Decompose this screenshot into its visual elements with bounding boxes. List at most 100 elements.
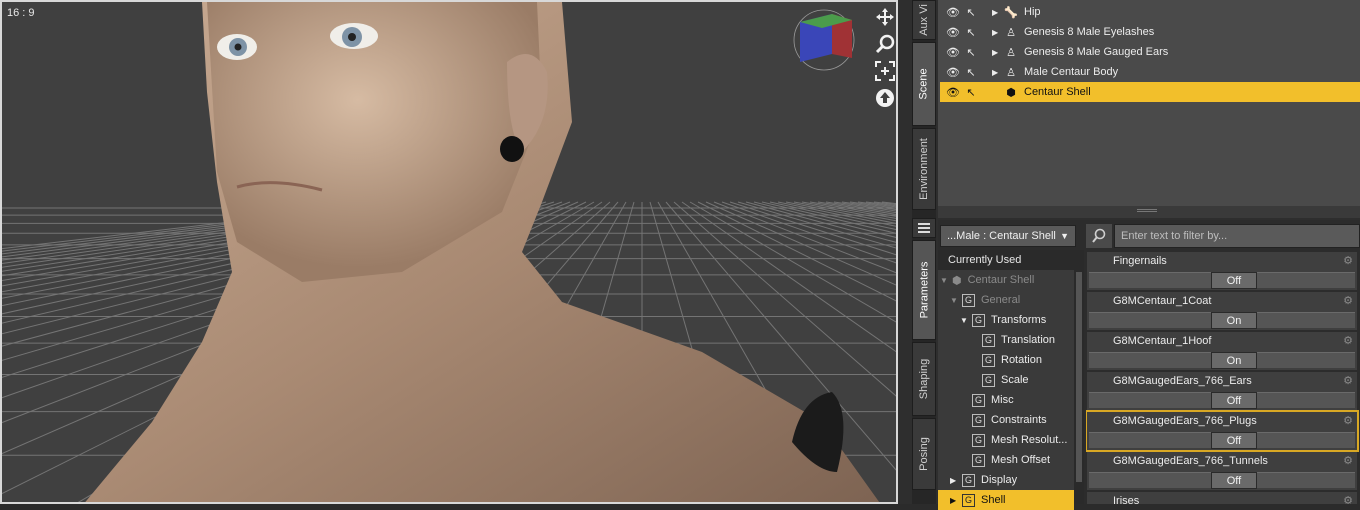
- tree-item-scale[interactable]: G Scale: [938, 370, 1074, 390]
- selectable-arrow-icon[interactable]: ↖: [962, 66, 980, 79]
- parameters-pane: ...Male : Centaur Shell ▼ Currently Used…: [938, 220, 1360, 510]
- home-view-icon[interactable]: [874, 87, 896, 109]
- property-toggle[interactable]: Off: [1211, 392, 1257, 409]
- expand-icon[interactable]: ▶: [950, 476, 960, 485]
- property-row: G8MCentaur_1Coat ⚙ On: [1087, 292, 1357, 330]
- viewport-render: [2, 2, 896, 502]
- property-toggle[interactable]: Off: [1211, 272, 1257, 289]
- tree-item-misc[interactable]: G Misc: [938, 390, 1074, 410]
- shell-icon: ⬢: [1006, 86, 1016, 99]
- tree-item-transforms[interactable]: ▼ G Transforms: [938, 310, 1074, 330]
- zoom-view-icon[interactable]: [874, 33, 896, 55]
- selectable-arrow-icon[interactable]: ↖: [962, 26, 980, 39]
- tab-posing[interactable]: Posing: [912, 418, 936, 490]
- ear-plug: [500, 136, 524, 162]
- visibility-eye-icon[interactable]: 👁: [944, 6, 962, 19]
- gear-icon[interactable]: ⚙: [1343, 414, 1353, 427]
- selectable-arrow-icon[interactable]: ↖: [962, 6, 980, 19]
- gear-icon[interactable]: ⚙: [1343, 294, 1353, 307]
- gear-icon[interactable]: ⚙: [1343, 374, 1353, 387]
- group-icon: G: [972, 413, 985, 427]
- scene-row-label: Centaur Shell: [1024, 86, 1091, 98]
- property-row-highlighted: G8MGaugedEars_766_Plugs ⚙ Off: [1086, 410, 1359, 452]
- expand-icon[interactable]: ▼: [940, 276, 950, 285]
- property-toggle[interactable]: Off: [1211, 432, 1257, 449]
- search-icon[interactable]: [1086, 224, 1112, 248]
- property-row: Fingernails ⚙ Off: [1087, 252, 1357, 290]
- property-name: G8MCentaur_1Hoof: [1113, 335, 1212, 347]
- 3d-viewport[interactable]: 16 : 9: [0, 0, 898, 504]
- property-toggle[interactable]: On: [1211, 352, 1257, 369]
- tab-parameters[interactable]: Parameters: [912, 240, 936, 340]
- tree-item-constraints[interactable]: G Constraints: [938, 410, 1074, 430]
- tab-scene[interactable]: Scene: [912, 42, 936, 126]
- view-cube[interactable]: [792, 8, 856, 72]
- tree-item-general[interactable]: ▼ G General: [938, 290, 1074, 310]
- aspect-ratio-label: 16 : 9: [7, 7, 35, 19]
- selectable-arrow-icon[interactable]: ↖: [962, 86, 980, 99]
- property-toggle[interactable]: On: [1211, 312, 1257, 329]
- group-icon: G: [962, 493, 975, 507]
- tab-environment[interactable]: Environment: [912, 128, 936, 210]
- expand-icon[interactable]: ▼: [950, 296, 960, 305]
- visibility-eye-icon[interactable]: 👁: [944, 46, 962, 59]
- tree-item-display[interactable]: ▶ G Display: [938, 470, 1074, 490]
- move-view-icon[interactable]: [874, 6, 896, 28]
- pane-splitter[interactable]: [938, 206, 1360, 218]
- tab-shaping[interactable]: Shaping: [912, 342, 936, 416]
- node-selector-dropdown[interactable]: ...Male : Centaur Shell ▼: [940, 225, 1076, 247]
- property-name: G8MGaugedEars_766_Tunnels: [1113, 455, 1268, 467]
- expand-icon[interactable]: ▶: [992, 48, 1002, 57]
- tree-item-shell[interactable]: ▶ G Shell: [938, 490, 1074, 510]
- shell-icon: ⬢: [952, 274, 962, 287]
- gear-icon[interactable]: ⚙: [1343, 254, 1353, 267]
- frame-view-icon[interactable]: [874, 60, 896, 82]
- property-row: G8MCentaur_1Hoof ⚙ On: [1087, 332, 1357, 370]
- scrollbar-thumb[interactable]: [1076, 272, 1082, 482]
- property-row: Irises ⚙: [1087, 492, 1357, 504]
- tree-scrollbar[interactable]: [1074, 250, 1084, 504]
- tree-item-currently-used[interactable]: Currently Used: [938, 250, 1074, 270]
- expand-icon[interactable]: ▶: [950, 496, 960, 505]
- group-icon: G: [962, 473, 975, 487]
- scene-row-label: Genesis 8 Male Gauged Ears: [1024, 46, 1169, 58]
- scene-row[interactable]: 👁 ↖ ▶ ♙ Male Centaur Body: [940, 62, 1360, 82]
- scene-row[interactable]: 👁 ↖ ▶ ♙ Genesis 8 Male Eyelashes: [940, 22, 1360, 42]
- selectable-arrow-icon[interactable]: ↖: [962, 46, 980, 59]
- splitter-grip[interactable]: [1137, 209, 1157, 212]
- visibility-eye-icon[interactable]: 👁: [944, 66, 962, 79]
- property-name: Irises: [1113, 495, 1140, 504]
- scene-row-label: Male Centaur Body: [1024, 66, 1119, 78]
- panel-menu-icon[interactable]: [912, 218, 936, 238]
- property-toggle[interactable]: Off: [1211, 472, 1257, 489]
- expand-icon[interactable]: ▶: [992, 28, 1002, 37]
- visibility-eye-icon[interactable]: 👁: [944, 86, 962, 99]
- property-name: G8MCentaur_1Coat: [1113, 295, 1212, 307]
- gear-icon[interactable]: ⚙: [1343, 454, 1353, 467]
- tree-item-root[interactable]: ▼ ⬢ Centaur Shell: [938, 270, 1074, 290]
- group-icon: G: [982, 333, 995, 347]
- scene-row[interactable]: 👁 ↖ ▶ 🦴 Hip: [940, 2, 1360, 22]
- gear-icon[interactable]: ⚙: [1343, 494, 1353, 504]
- group-icon: G: [972, 393, 985, 407]
- tree-item-mesh-offset[interactable]: G Mesh Offset: [938, 450, 1074, 470]
- figure-icon: ♙: [1006, 66, 1016, 79]
- property-list: Fingernails ⚙ Off G8MCentaur_1Coat ⚙ On …: [1086, 252, 1360, 504]
- property-name: G8MGaugedEars_766_Ears: [1113, 375, 1252, 387]
- filter-input[interactable]: [1114, 224, 1360, 248]
- figure-icon: ♙: [1006, 26, 1016, 39]
- scene-row-selected[interactable]: 👁 ↖ ⬢ Centaur Shell: [940, 82, 1360, 102]
- gear-icon[interactable]: ⚙: [1343, 334, 1353, 347]
- expand-icon[interactable]: ▶: [992, 68, 1002, 77]
- scene-row-label: Genesis 8 Male Eyelashes: [1024, 26, 1155, 38]
- expand-icon[interactable]: ▼: [960, 316, 970, 325]
- visibility-eye-icon[interactable]: 👁: [944, 26, 962, 39]
- scene-row[interactable]: 👁 ↖ ▶ ♙ Genesis 8 Male Gauged Ears: [940, 42, 1360, 62]
- property-name: G8MGaugedEars_766_Plugs: [1113, 415, 1257, 427]
- tab-aux-viewport[interactable]: Aux Vi: [912, 0, 936, 40]
- tree-item-mesh-resolution[interactable]: G Mesh Resolut...: [938, 430, 1074, 450]
- tree-item-rotation[interactable]: G Rotation: [938, 350, 1074, 370]
- expand-icon[interactable]: ▶: [992, 8, 1002, 17]
- viewport-tools: [874, 6, 896, 114]
- tree-item-translation[interactable]: G Translation: [938, 330, 1074, 350]
